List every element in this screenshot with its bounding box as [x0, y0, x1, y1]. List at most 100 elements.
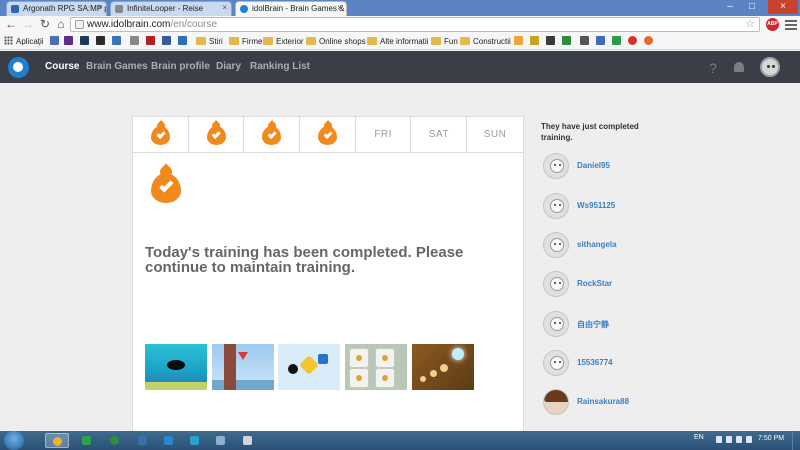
- bookmark-site[interactable]: [80, 36, 92, 48]
- game-thumbnail-fish[interactable]: [145, 344, 207, 390]
- user-list-item[interactable]: RockStar: [541, 271, 681, 301]
- page-info-icon[interactable]: [75, 20, 84, 29]
- game-thumbnail-flag[interactable]: [212, 344, 274, 390]
- user-list-item[interactable]: 自由宁静: [541, 311, 681, 341]
- taskbar-app[interactable]: [236, 433, 260, 448]
- username-link[interactable]: 15536774: [577, 358, 613, 367]
- bookmark-site[interactable]: [546, 36, 558, 48]
- help-icon[interactable]: ?: [702, 57, 724, 79]
- bookmark-folder[interactable]: Firme: [229, 36, 262, 48]
- chrome-menu-icon[interactable]: [785, 18, 797, 30]
- taskbar-app[interactable]: [75, 433, 99, 448]
- bookmark-apps[interactable]: Aplicații: [4, 36, 44, 48]
- tab-close-icon[interactable]: ×: [97, 3, 102, 12]
- action-center-icon[interactable]: [746, 436, 752, 443]
- tab-close-icon[interactable]: ×: [337, 3, 342, 12]
- taskbar-app[interactable]: [183, 433, 207, 448]
- tray-arrow-icon[interactable]: [716, 436, 722, 443]
- bookmark-site[interactable]: [112, 36, 124, 48]
- language-indicator[interactable]: EN: [694, 434, 704, 441]
- home-icon[interactable]: ⌂: [54, 17, 68, 31]
- system-clock[interactable]: 7:50 PM: [758, 435, 784, 442]
- bookmark-site[interactable]: [580, 36, 592, 48]
- maximize-icon[interactable]: □: [742, 0, 762, 14]
- game-thumbnail-shapes[interactable]: [278, 344, 340, 390]
- bookmark-label: Aplicații: [16, 37, 44, 46]
- username-link[interactable]: sithangela: [577, 240, 617, 249]
- flame-check-icon: [206, 120, 226, 145]
- adblock-extension-icon[interactable]: ABP: [766, 18, 779, 31]
- bookmark-site[interactable]: [596, 36, 608, 48]
- username-link[interactable]: Ws951125: [577, 201, 615, 210]
- bookmark-star-icon[interactable]: ☆: [745, 18, 755, 31]
- bookmark-folder[interactable]: Online shops: [306, 36, 366, 48]
- bookmark-folder[interactable]: Exterior: [263, 36, 304, 48]
- nav-brain-games[interactable]: Brain Games: [86, 61, 148, 72]
- user-avatar-icon: [543, 153, 569, 179]
- user-list-item[interactable]: Rainsakura88: [541, 389, 681, 419]
- bookmark-site[interactable]: [514, 36, 526, 48]
- username-link[interactable]: Rainsakura88: [577, 397, 629, 406]
- bookmark-site[interactable]: [146, 36, 158, 48]
- completed-flame-icon: [151, 163, 181, 203]
- user-avatar-icon: [543, 350, 569, 376]
- minimize-icon[interactable]: –: [720, 0, 740, 14]
- user-list-item[interactable]: 15536774: [541, 350, 681, 380]
- site-header: Course Brain Games Brain profile Diary R…: [0, 51, 800, 83]
- bookmark-folder[interactable]: Stiri: [196, 36, 223, 48]
- notification-bell-icon[interactable]: [728, 57, 750, 79]
- recent-completions-panel: They have just completed training. Danie…: [541, 121, 661, 415]
- bookmark-site[interactable]: [130, 36, 142, 48]
- back-arrow-icon[interactable]: ←: [4, 17, 18, 31]
- browser-tab[interactable]: InfiniteLooper - Reise ×: [110, 1, 232, 16]
- bookmark-site[interactable]: [562, 36, 574, 48]
- bookmark-site[interactable]: [162, 36, 174, 48]
- browser-tab-active[interactable]: idolBrain - Brain Games & ×: [235, 1, 347, 16]
- bookmark-site[interactable]: [96, 36, 108, 48]
- bookmark-site[interactable]: [644, 36, 656, 48]
- nav-ranking-list[interactable]: Ranking List: [250, 61, 310, 72]
- user-list-item[interactable]: sithangela: [541, 232, 681, 262]
- taskbar-app[interactable]: [209, 433, 233, 448]
- tab-close-icon[interactable]: ×: [222, 3, 227, 12]
- tab-title: InfiniteLooper - Reise: [127, 4, 204, 13]
- bookmark-folder[interactable]: Alte informatii: [367, 36, 428, 48]
- taskbar-chrome[interactable]: [45, 433, 69, 448]
- bookmark-folder[interactable]: Fun: [431, 36, 458, 48]
- volume-icon[interactable]: [736, 436, 742, 443]
- taskbar-app[interactable]: [131, 433, 155, 448]
- taskbar-app[interactable]: [157, 433, 181, 448]
- bookmark-folder[interactable]: Constructii: [460, 36, 511, 48]
- day-label: SUN: [483, 129, 507, 140]
- nav-diary[interactable]: Diary: [216, 61, 241, 72]
- forum-favicon-icon: [11, 5, 19, 13]
- nav-brain-profile[interactable]: Brain profile: [151, 61, 210, 72]
- url-host: www.idolbrain.com: [87, 19, 171, 30]
- bookmark-site[interactable]: [178, 36, 190, 48]
- username-link[interactable]: Daniel95: [577, 161, 610, 170]
- bookmark-site[interactable]: [50, 36, 62, 48]
- bookmark-site[interactable]: [64, 36, 76, 48]
- start-button-icon[interactable]: [4, 431, 24, 450]
- reload-icon[interactable]: ↻: [38, 17, 52, 31]
- user-avatar[interactable]: [760, 57, 780, 77]
- site-favicon-icon: [628, 36, 637, 45]
- user-list-item[interactable]: Daniel95: [541, 153, 681, 183]
- bookmark-site[interactable]: [530, 36, 542, 48]
- username-link[interactable]: 自由宁静: [577, 319, 609, 330]
- address-bar[interactable]: www.idolbrain.com/en/course ☆: [70, 17, 760, 32]
- user-list-item[interactable]: Ws951125: [541, 193, 681, 223]
- bookmark-site[interactable]: [628, 36, 640, 48]
- game-thumbnail-light[interactable]: [412, 344, 474, 390]
- show-desktop-button[interactable]: [792, 431, 800, 450]
- forward-arrow-icon[interactable]: →: [21, 17, 35, 31]
- username-link[interactable]: RockStar: [577, 279, 612, 288]
- game-thumbnail-dice[interactable]: [345, 344, 407, 390]
- idolbrain-logo-icon[interactable]: [8, 57, 29, 78]
- window-close-icon[interactable]: ×: [768, 0, 798, 14]
- bookmark-site[interactable]: [612, 36, 624, 48]
- browser-tab[interactable]: Argonath RPG SA:MP par ×: [6, 1, 107, 16]
- network-icon[interactable]: [726, 436, 732, 443]
- taskbar-app[interactable]: [103, 433, 127, 448]
- nav-course[interactable]: Course: [45, 61, 79, 72]
